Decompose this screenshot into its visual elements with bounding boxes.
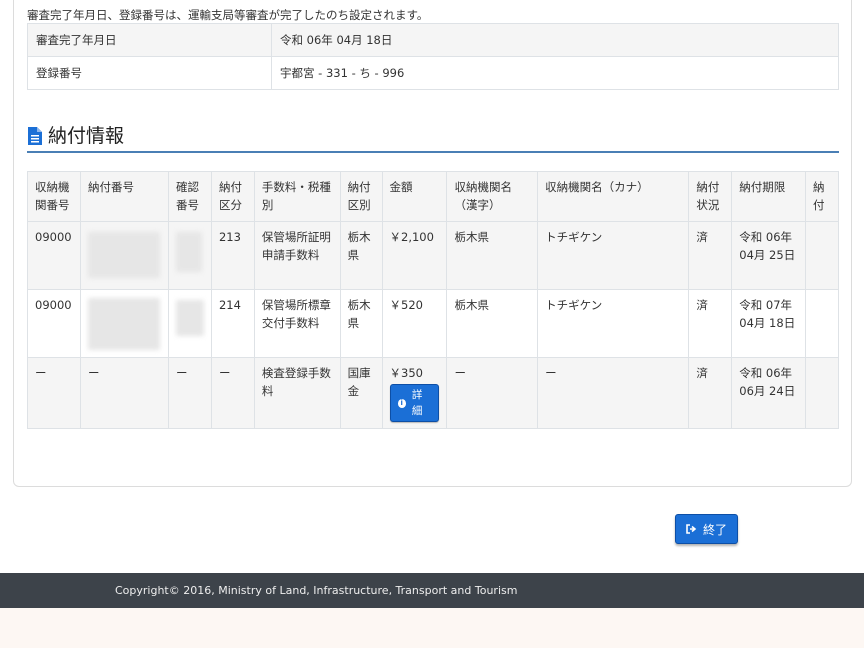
table-row: 09000 214 保管場所標章交付手数料 栃木県 ￥520 栃木県 トチギケン… (27, 289, 840, 358)
amount-cell: ￥350 i 詳細 (381, 357, 448, 429)
payment-category: 214 (210, 289, 255, 358)
agency-name-kanji: 栃木県 (446, 289, 539, 358)
col-header: 納付状況 (688, 171, 733, 222)
col-header: 確認番号 (167, 171, 212, 222)
fee-type: 保管場所標章交付手数料 (253, 289, 341, 358)
payment-number: ー (79, 357, 169, 429)
payment-deadline: 令和 06年 06月 24日 (731, 357, 806, 429)
confirm-number-redacted (167, 289, 212, 358)
agency-name-kana: トチギケン (537, 289, 690, 358)
payment-deadline: 令和 07年 04月 18日 (731, 289, 806, 358)
agency-number: 09000 (27, 221, 81, 290)
col-header: 納付期限 (731, 171, 806, 222)
agency-name-kana: ー (537, 357, 690, 429)
agency-number: ー (27, 357, 81, 429)
payment-number-redacted (79, 221, 169, 290)
payment-division: 栃木県 (339, 289, 383, 358)
col-header: 手数料・税種別 (253, 171, 341, 222)
confirm-number-redacted (167, 221, 212, 290)
confirm-number: ー (167, 357, 212, 429)
payment-section-title: 納付情報 (27, 121, 839, 153)
registration-notice: 審査完了年月日、登録番号は、運輸支局等審査が完了したのち設定されます。 (27, 8, 429, 22)
amount: ￥2,100 (381, 221, 448, 290)
col-header: 納付区別 (339, 171, 383, 222)
table-row: 登録番号 宇都宮 - 331 - ち - 996 (27, 56, 839, 90)
col-header: 金額 (381, 171, 448, 222)
end-button-label: 終了 (702, 522, 727, 537)
amount: ￥350 (389, 366, 423, 380)
col-header: 納付番号 (79, 171, 169, 222)
table-row: ー ー ー ー 検査登録手数料 国庫金 ￥350 i 詳細 ー ー 済 令和 0… (27, 357, 840, 429)
payment-category: ー (210, 357, 255, 429)
agency-name-kana: トチギケン (537, 221, 690, 290)
inspection-date-value: 令和 06年 04月 18日 (271, 23, 839, 57)
payment-deadline: 令和 06年 04月 25日 (731, 221, 806, 290)
fee-type: 検査登録手数料 (253, 357, 341, 429)
payment-status: 済 (688, 221, 733, 290)
payment-category: 213 (210, 221, 255, 290)
detail-button-label: 詳細 (411, 389, 423, 417)
payment-status: 済 (688, 289, 733, 358)
payment-cell (804, 221, 840, 290)
fee-type: 保管場所証明申請手数料 (253, 221, 341, 290)
registration-number-label: 登録番号 (27, 56, 272, 90)
sign-out-icon (686, 524, 697, 534)
col-header: 収納機関番号 (27, 171, 81, 222)
agency-number: 09000 (27, 289, 81, 358)
table-row: 審査完了年月日 令和 06年 04月 18日 (27, 23, 839, 57)
registration-number-value: 宇都宮 - 331 - ち - 996 (271, 56, 839, 90)
payment-table: 収納機関番号 納付番号 確認番号 納付区分 手数料・税種別 納付区別 金額 収納… (27, 171, 840, 429)
agency-name-kanji: ー (446, 357, 539, 429)
detail-button[interactable]: i 詳細 (389, 384, 440, 422)
col-header: 収納機関名（漢字） (446, 171, 539, 222)
footer: Copyright© 2016, Ministry of Land, Infra… (0, 573, 864, 608)
end-button[interactable]: 終了 (675, 514, 738, 544)
section-title-text: 納付情報 (48, 125, 125, 147)
registration-info-table: 審査完了年月日 令和 06年 04月 18日 登録番号 宇都宮 - 331 - … (27, 23, 839, 90)
payment-division: 国庫金 (339, 357, 383, 429)
info-icon: i (397, 398, 406, 408)
col-header: 納付区分 (210, 171, 255, 222)
amount: ￥520 (381, 289, 448, 358)
page-bottom (0, 608, 864, 648)
col-header: 収納機関名（カナ） (537, 171, 690, 222)
agency-name-kanji: 栃木県 (446, 221, 539, 290)
payment-division: 栃木県 (339, 221, 383, 290)
payment-cell (804, 289, 840, 358)
payment-status: 済 (688, 357, 733, 429)
col-header: 納付 (804, 171, 840, 222)
payment-number-redacted (79, 289, 169, 358)
table-header-row: 収納機関番号 納付番号 確認番号 納付区分 手数料・税種別 納付区別 金額 収納… (27, 171, 840, 222)
table-row: 09000 213 保管場所証明申請手数料 栃木県 ￥2,100 栃木県 トチギ… (27, 221, 840, 290)
inspection-date-label: 審査完了年月日 (27, 23, 272, 57)
payment-cell (804, 357, 840, 429)
document-icon (27, 126, 43, 146)
copyright-text: Copyright© 2016, Ministry of Land, Infra… (115, 584, 518, 597)
